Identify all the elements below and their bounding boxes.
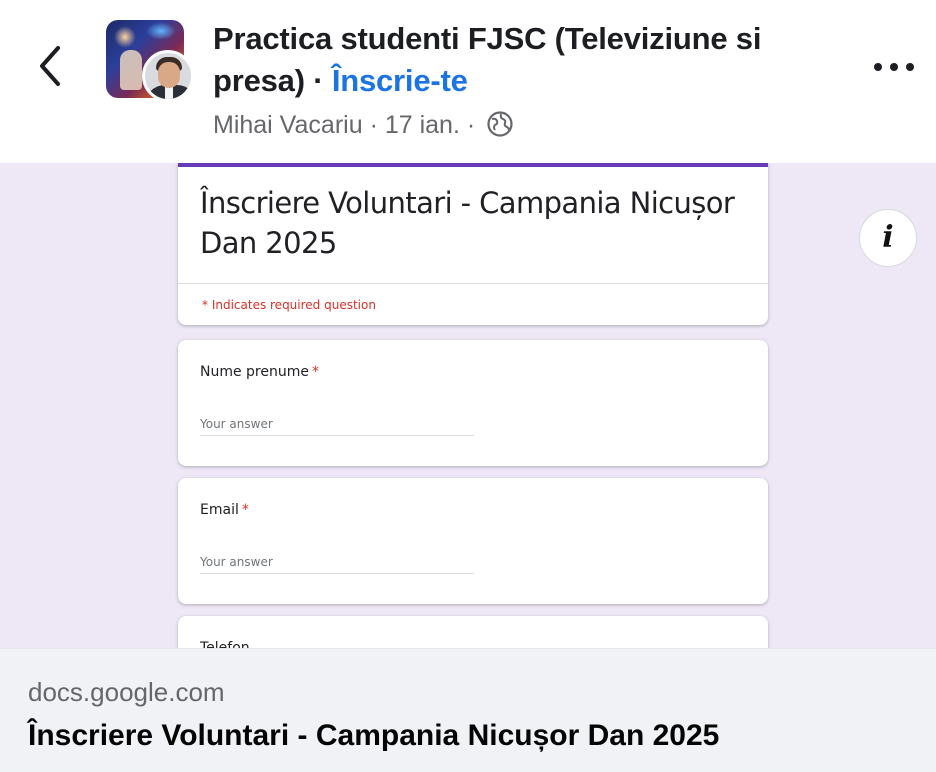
avatar-group[interactable]: [106, 20, 194, 102]
divider: [178, 283, 768, 284]
form-title-card: Înscriere Voluntari - Campania Nicușor D…: [178, 163, 768, 325]
title-separator: ·: [313, 63, 324, 98]
post-meta: Mihai Vacariu · 17 ian. ·: [213, 108, 514, 142]
required-star: *: [241, 502, 249, 518]
join-group-link[interactable]: Înscrie-te: [332, 63, 468, 98]
meta-dot-2: ·: [466, 111, 476, 139]
name-answer-input[interactable]: [200, 412, 474, 436]
more-options-icon: [874, 63, 914, 71]
question-label: Telefon: [200, 640, 250, 648]
form-title: Înscriere Voluntari - Campania Nicușor D…: [200, 186, 735, 260]
author-name[interactable]: Mihai Vacariu: [213, 111, 363, 139]
post-date[interactable]: 17 ian.: [385, 111, 460, 139]
question-text: Nume prenume: [200, 364, 309, 380]
question-text: Telefon: [200, 640, 250, 648]
link-title[interactable]: Înscriere Voluntari - Campania Nicușor D…: [28, 719, 719, 753]
question-card-name: Nume prenume *: [178, 340, 768, 466]
link-preview-image[interactable]: Înscriere Voluntari - Campania Nicușor D…: [0, 163, 936, 648]
back-button[interactable]: [28, 40, 76, 92]
email-answer-input[interactable]: [200, 550, 474, 574]
info-button[interactable]: i: [859, 209, 917, 267]
question-label: Nume prenume *: [200, 364, 319, 380]
question-card-email: Email *: [178, 478, 768, 604]
info-icon: i: [882, 220, 894, 255]
required-star: *: [312, 364, 319, 380]
required-note: * Indicates required question: [202, 298, 376, 312]
link-domain: docs.google.com: [28, 677, 225, 707]
meta-dot: ·: [369, 111, 378, 139]
question-card-phone: Telefon: [178, 616, 768, 648]
more-options-button[interactable]: [870, 52, 918, 82]
post-header: Practica studenti FJSC (Televiziune si p…: [0, 0, 936, 163]
question-text: Email: [200, 502, 239, 518]
group-name[interactable]: Practica studenti FJSC (Televiziune si p…: [213, 21, 761, 98]
question-label: Email *: [200, 502, 249, 518]
back-arrow-icon: [40, 46, 60, 86]
author-avatar[interactable]: [142, 50, 194, 102]
post-title: Practica studenti FJSC (Televiziune si p…: [213, 18, 833, 102]
globe-icon: [487, 111, 513, 137]
link-caption[interactable]: docs.google.com Înscriere Voluntari - Ca…: [0, 648, 936, 772]
